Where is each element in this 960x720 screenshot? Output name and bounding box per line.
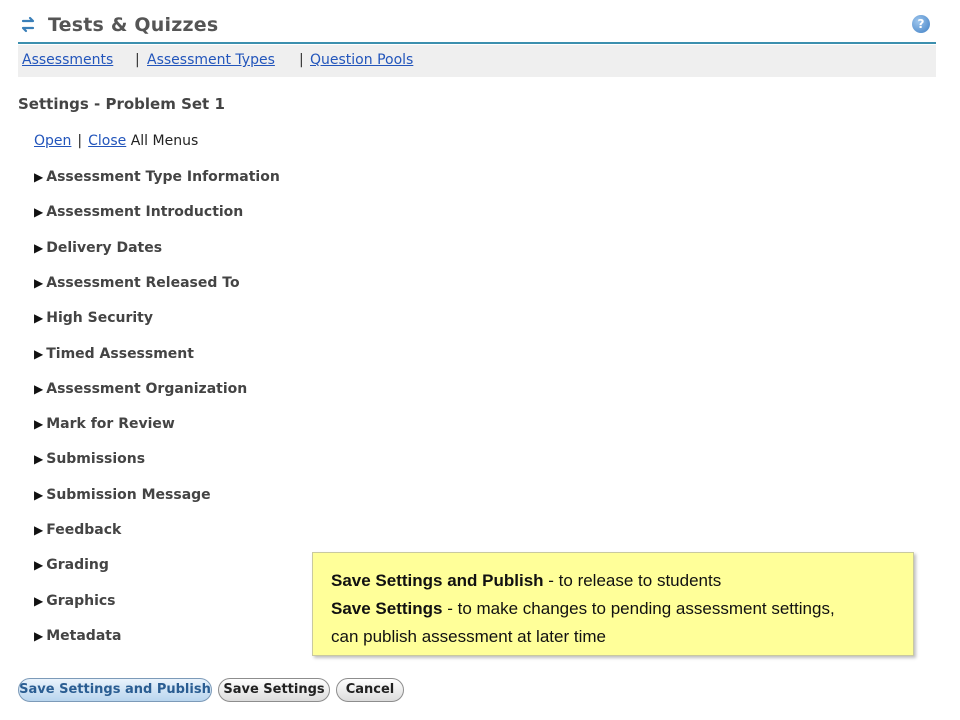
section-label: Assessment Type Information (46, 169, 280, 185)
page-title: Settings - Problem Set 1 (18, 95, 225, 113)
section-label: Delivery Dates (46, 239, 163, 256)
expand-triangle-icon: ▶ (34, 417, 44, 432)
callout-line-publish: Save Settings and Publish - to release t… (331, 571, 722, 590)
open-close-menus: Open | Close All Menus (34, 133, 198, 149)
expand-triangle-icon: ▶ (34, 452, 44, 467)
section-label: High Security (46, 310, 153, 327)
tool-nav-bar: Assessments | Assessment Types | Questio… (18, 45, 936, 77)
expand-triangle-icon: ▶ (34, 628, 44, 643)
nav-separator: | (299, 52, 304, 68)
nav-separator: | (135, 52, 140, 68)
menus-separator: | (77, 133, 83, 149)
section-submissions[interactable]: ▶ Submissions (34, 451, 145, 467)
save-settings-and-publish-button[interactable]: Save Settings and Publish (18, 678, 212, 702)
section-label: Submission Message (46, 486, 211, 503)
tool-title: Tests & Quizzes (48, 14, 219, 36)
section-label: Grading (46, 557, 109, 574)
section-feedback[interactable]: ▶ Feedback (34, 522, 121, 538)
expand-triangle-icon: ▶ (34, 170, 44, 184)
section-assessment-introduction[interactable]: ▶ Assessment Introduction (34, 204, 243, 220)
section-label: Timed Assessment (46, 345, 194, 362)
section-label: Assessment Introduction (46, 204, 244, 221)
section-label: Mark for Review (46, 416, 175, 433)
expand-triangle-icon: ▶ (34, 381, 44, 396)
expand-triangle-icon: ▶ (34, 346, 44, 361)
section-label: Graphics (46, 592, 116, 609)
section-assessment-released-to[interactable]: ▶ Assessment Released To (34, 275, 240, 291)
nav-item-assessments[interactable]: Assessments (22, 52, 113, 68)
close-all-menus-link[interactable]: Close (88, 133, 126, 149)
section-assessment-organization[interactable]: ▶ Assessment Organization (34, 381, 247, 397)
section-label: Metadata (46, 627, 122, 644)
section-mark-for-review[interactable]: ▶ Mark for Review (34, 416, 175, 432)
expand-triangle-icon: ▶ (34, 593, 44, 608)
expand-triangle-icon: ▶ (34, 275, 44, 290)
section-label: Assessment Organization (46, 380, 248, 397)
section-timed-assessment[interactable]: ▶ Timed Assessment (34, 346, 194, 362)
expand-triangle-icon: ▶ (34, 523, 44, 537)
refresh-arrows-icon (21, 16, 35, 33)
section-label: Assessment Released To (46, 274, 240, 291)
callout-line-save: Save Settings - to make changes to pendi… (331, 599, 835, 618)
section-grading[interactable]: ▶ Grading (34, 557, 109, 573)
section-label: Feedback (46, 522, 122, 538)
cancel-button[interactable]: Cancel (336, 678, 404, 702)
instruction-callout: Save Settings and Publish - to release t… (312, 552, 914, 656)
help-icon[interactable]: ? (912, 15, 930, 33)
callout-line-later: can publish assessment at later time (331, 627, 606, 646)
section-metadata[interactable]: ▶ Metadata (34, 628, 121, 644)
nav-item-question-pools[interactable]: Question Pools (310, 52, 413, 68)
section-label: Submissions (46, 451, 146, 468)
expand-triangle-icon: ▶ (34, 558, 44, 573)
expand-triangle-icon: ▶ (34, 240, 44, 255)
open-all-menus-link[interactable]: Open (34, 133, 71, 149)
section-submission-message[interactable]: ▶ Submission Message (34, 487, 211, 503)
expand-triangle-icon: ▶ (34, 205, 44, 220)
section-delivery-dates[interactable]: ▶ Delivery Dates (34, 240, 162, 256)
expand-triangle-icon: ▶ (34, 311, 44, 326)
section-high-security[interactable]: ▶ High Security (34, 310, 153, 326)
section-graphics[interactable]: ▶ Graphics (34, 593, 116, 609)
expand-triangle-icon: ▶ (34, 487, 44, 502)
section-assessment-type-information[interactable]: ▶ Assessment Type Information (34, 169, 280, 185)
nav-item-assessment-types[interactable]: Assessment Types (147, 52, 275, 68)
tool-header: Tests & Quizzes ? (18, 8, 936, 44)
all-menus-label: All Menus (130, 133, 199, 149)
save-settings-button[interactable]: Save Settings (218, 678, 330, 702)
